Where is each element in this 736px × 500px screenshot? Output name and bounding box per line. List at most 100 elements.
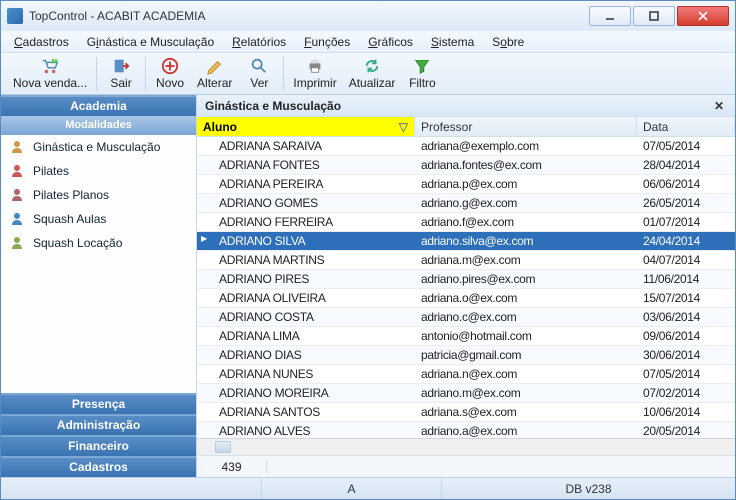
cell-professor: adriano.f@ex.com (415, 213, 637, 231)
grid-body[interactable]: ADRIANA SARAIVAadriana@exemplo.com07/05/… (197, 137, 735, 438)
menu-graficos[interactable]: Gráficos (359, 33, 422, 51)
modality-icon (9, 187, 25, 203)
cell-aluno: ADRIANA SANTOS (197, 403, 415, 421)
sidebar-header-financeiro[interactable]: Financeiro (1, 435, 196, 456)
table-row[interactable]: ADRIANA SANTOSadriana.s@ex.com10/06/2014 (197, 403, 735, 422)
cell-data: 10/06/2014 (637, 403, 735, 421)
sidebar-header-presenca[interactable]: Presença (1, 393, 196, 414)
cell-data: 07/02/2014 (637, 384, 735, 402)
cell-aluno: ADRIANO SILVA (197, 232, 415, 250)
menu-cadastros[interactable]: Cadastros (5, 33, 78, 51)
cell-data: 26/05/2014 (637, 194, 735, 212)
sidebar-header-academia[interactable]: Academia (1, 95, 196, 116)
table-row[interactable]: ADRIANA LIMAantonio@hotmail.com09/06/201… (197, 327, 735, 346)
cell-data: 06/06/2014 (637, 175, 735, 193)
sidebar: Academia Modalidades Ginástica e Muscula… (1, 95, 197, 477)
close-button[interactable] (677, 6, 729, 26)
column-header-data[interactable]: Data (637, 117, 735, 137)
grid-header: Aluno ▽ Professor Data (197, 117, 735, 137)
cell-professor: adriano.m@ex.com (415, 384, 637, 402)
menu-sistema[interactable]: Sistema (422, 33, 483, 51)
toolbtn-label: Alterar (197, 76, 232, 90)
window-title: TopControl - ACABIT ACADEMIA (29, 9, 206, 23)
column-label: Professor (421, 120, 472, 134)
table-row[interactable]: ADRIANO ALVESadriano.a@ex.com20/05/2014 (197, 422, 735, 438)
cell-data: 07/05/2014 (637, 365, 735, 383)
panel-close-button[interactable]: ✕ (711, 98, 727, 114)
cell-professor: adriana.fontes@ex.com (415, 156, 637, 174)
cell-data: 01/07/2014 (637, 213, 735, 231)
menubar: Cadastros Ginástica e Musculação Relatór… (1, 31, 735, 53)
modality-icon (9, 139, 25, 155)
sidebar-header-administracao[interactable]: Administração (1, 414, 196, 435)
cell-data: 20/05/2014 (637, 422, 735, 438)
scroll-thumb[interactable] (215, 441, 231, 453)
table-row[interactable]: ADRIANO PIRESadriano.pires@ex.com11/06/2… (197, 270, 735, 289)
modality-icon (9, 235, 25, 251)
main-pane: Ginástica e Musculação ✕ Aluno ▽ Profess… (197, 95, 735, 477)
table-row[interactable]: ADRIANO MOREIRAadriano.m@ex.com07/02/201… (197, 384, 735, 403)
cell-professor: adriana.o@ex.com (415, 289, 637, 307)
cell-professor: antonio@hotmail.com (415, 327, 637, 345)
cell-professor: adriano.c@ex.com (415, 308, 637, 326)
sidebar-subheader-modalidades[interactable]: Modalidades (1, 116, 196, 135)
table-row[interactable]: ADRIANO SILVAadriano.silva@ex.com24/04/2… (197, 232, 735, 251)
table-row[interactable]: ADRIANO GOMESadriano.g@ex.com26/05/2014 (197, 194, 735, 213)
maximize-button[interactable] (633, 6, 675, 26)
new-icon (161, 57, 179, 75)
cell-professor: adriana.m@ex.com (415, 251, 637, 269)
cell-data: 30/06/2014 (637, 346, 735, 364)
minimize-button[interactable] (589, 6, 631, 26)
table-row[interactable]: ADRIANA MARTINSadriana.m@ex.com04/07/201… (197, 251, 735, 270)
table-row[interactable]: ADRIANA NUNESadriana.n@ex.com07/05/2014 (197, 365, 735, 384)
sidebar-item-label: Squash Locação (33, 236, 122, 250)
ver-button[interactable]: Ver (238, 55, 280, 93)
statusbar: A DB v238 (1, 477, 735, 499)
status-db: DB v238 (441, 478, 735, 499)
toolbtn-label: Filtro (409, 76, 436, 90)
column-header-aluno[interactable]: Aluno ▽ (197, 117, 415, 137)
column-label: Aluno (203, 120, 237, 134)
sidebar-item[interactable]: Squash Aulas (1, 207, 196, 231)
sidebar-item-label: Pilates Planos (33, 188, 109, 202)
sidebar-item[interactable]: Squash Locação (1, 231, 196, 255)
table-row[interactable]: ADRIANA SARAIVAadriana@exemplo.com07/05/… (197, 137, 735, 156)
cell-professor: patricia@gmail.com (415, 346, 637, 364)
sair-button[interactable]: Sair (100, 55, 142, 93)
app-icon (7, 8, 23, 24)
menu-relatorios[interactable]: Relatórios (223, 33, 295, 51)
status-user: A (261, 478, 441, 499)
column-label: Data (643, 120, 668, 134)
imprimir-button[interactable]: Imprimir (287, 55, 342, 93)
cell-aluno: ADRIANO MOREIRA (197, 384, 415, 402)
horizontal-scrollbar[interactable] (197, 438, 735, 455)
sidebar-header-cadastros[interactable]: Cadastros (1, 456, 196, 477)
menu-sobre[interactable]: Sobre (483, 33, 533, 51)
column-header-professor[interactable]: Professor (415, 117, 637, 137)
filtro-button[interactable]: Filtro (401, 55, 443, 93)
table-row[interactable]: ADRIANO COSTAadriano.c@ex.com03/06/2014 (197, 308, 735, 327)
sidebar-item-label: Pilates (33, 164, 69, 178)
table-row[interactable]: ADRIANO FERREIRAadriano.f@ex.com01/07/20… (197, 213, 735, 232)
titlebar[interactable]: TopControl - ACABIT ACADEMIA (1, 1, 735, 31)
menu-funcoes[interactable]: Funções (295, 33, 359, 51)
menu-ginastica[interactable]: Ginástica e Musculação (78, 33, 223, 51)
novo-button[interactable]: Novo (149, 55, 191, 93)
alterar-button[interactable]: Alterar (191, 55, 238, 93)
cell-professor: adriano.pires@ex.com (415, 270, 637, 288)
nova-venda-button[interactable]: + Nova venda... (7, 55, 93, 93)
sidebar-item[interactable]: Pilates Planos (1, 183, 196, 207)
cell-professor: adriano.a@ex.com (415, 422, 637, 438)
cell-data: 11/06/2014 (637, 270, 735, 288)
table-row[interactable]: ADRIANA OLIVEIRAadriana.o@ex.com15/07/20… (197, 289, 735, 308)
table-row[interactable]: ADRIANA FONTESadriana.fontes@ex.com28/04… (197, 156, 735, 175)
toolbtn-label: Imprimir (293, 76, 336, 90)
table-row[interactable]: ADRIANO DIASpatricia@gmail.com30/06/2014 (197, 346, 735, 365)
atualizar-button[interactable]: Atualizar (343, 55, 402, 93)
cell-aluno: ADRIANA MARTINS (197, 251, 415, 269)
sidebar-item[interactable]: Ginástica e Musculação (1, 135, 196, 159)
cell-data: 09/06/2014 (637, 327, 735, 345)
cell-aluno: ADRIANO GOMES (197, 194, 415, 212)
table-row[interactable]: ADRIANA PEREIRAadriana.p@ex.com06/06/201… (197, 175, 735, 194)
sidebar-item[interactable]: Pilates (1, 159, 196, 183)
